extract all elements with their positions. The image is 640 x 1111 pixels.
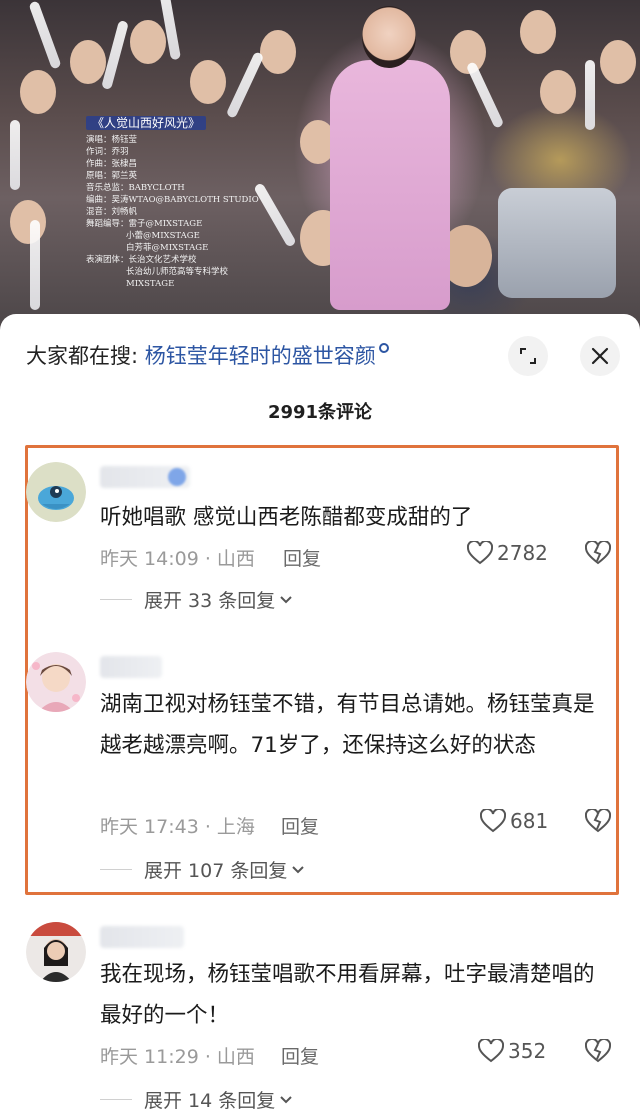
expand-replies-label: 展开 107 条回复	[144, 860, 288, 882]
credit-line: 舞蹈编导：雷子@MIXSTAGE	[86, 219, 203, 229]
video-credits: 《人觉山西好风光》 演唱：杨钰莹 作词：乔羽 作曲：张棣昌 原唱：郭兰英 音乐总…	[86, 116, 259, 289]
like-count: 2782	[497, 541, 548, 565]
broken-heart-icon	[584, 539, 612, 565]
username-blurred[interactable]	[100, 926, 184, 948]
expand-replies[interactable]: 展开 107 条回复	[100, 856, 305, 883]
avatar[interactable]	[26, 922, 86, 982]
search-prefix: 大家都在搜:	[26, 344, 145, 368]
expand-replies[interactable]: 展开 14 条回复	[100, 1086, 293, 1111]
avatar[interactable]	[26, 462, 86, 522]
avatar[interactable]	[26, 652, 86, 712]
heart-icon	[480, 809, 506, 833]
heart-icon	[478, 1039, 504, 1063]
chevron-down-icon	[280, 595, 292, 603]
divider	[100, 599, 132, 600]
credit-line: 表演团体：长治文化艺术学校	[86, 255, 197, 265]
close-button[interactable]	[580, 336, 620, 376]
reply-button[interactable]: 回复	[281, 1042, 319, 1069]
reply-button[interactable]: 回复	[281, 812, 319, 839]
comment-text: 我在现场，杨钰莹唱歌不用看屏幕，吐字最清楚唱的最好的一个！	[100, 962, 595, 1028]
comment-time-location: 昨天 11:29 · 山西	[100, 1046, 255, 1068]
credit-line: 原唱：郭兰英	[86, 171, 138, 181]
like-button[interactable]: 681	[480, 809, 548, 833]
comment-sheet: 大家都在搜: 杨钰莹年轻时的盛世容颜 2991条评论 听她唱歌 感觉山西老陈醋都…	[0, 314, 640, 1111]
fullscreen-button[interactable]	[508, 336, 548, 376]
credit-line: 作曲：张棣昌	[86, 159, 138, 169]
fullscreen-icon	[520, 348, 536, 364]
username-blurred[interactable]	[100, 656, 162, 678]
credit-line: 音乐总监：BABYCLOTH	[86, 183, 185, 193]
comment-text: 听她唱歌 感觉山西老陈醋都变成甜的了	[100, 505, 473, 530]
dislike-button[interactable]	[584, 1037, 612, 1067]
comment-text: 湖南卫视对杨钰莹不错，有节目总请她。杨钰莹真是越老越漂亮啊。71岁了，还保持这么…	[100, 692, 595, 758]
credit-line: 混音：刘畅帆	[86, 207, 138, 217]
like-count: 352	[508, 1039, 547, 1063]
expand-replies-label: 展开 33 条回复	[144, 590, 276, 612]
credit-line: 演唱：杨钰莹	[86, 135, 138, 145]
dislike-button[interactable]	[584, 539, 612, 569]
search-term[interactable]: 杨钰莹年轻时的盛世容颜	[145, 344, 376, 368]
singer-figure	[330, 60, 450, 310]
search-icon	[378, 343, 389, 353]
video-player[interactable]: 《人觉山西好风光》 演唱：杨钰莹 作词：乔羽 作曲：张棣昌 原唱：郭兰英 音乐总…	[0, 0, 640, 330]
chevron-down-icon	[280, 1095, 292, 1103]
credit-line: 编曲：吴涛WTAO@BABYCLOTH STUDIO	[86, 195, 259, 205]
verified-badge-icon	[168, 468, 186, 486]
broken-heart-icon	[584, 1037, 612, 1063]
reply-button[interactable]: 回复	[283, 544, 321, 571]
stadium-seat	[498, 188, 616, 298]
divider	[100, 869, 132, 870]
like-button[interactable]: 352	[478, 1039, 546, 1063]
expand-replies[interactable]: 展开 33 条回复	[100, 586, 293, 613]
credit-line: 白芳菲@MIXSTAGE	[126, 243, 209, 253]
credit-line: MIXSTAGE	[126, 279, 175, 289]
singer-head	[362, 6, 416, 68]
comment-count: 2991条评论	[267, 402, 373, 423]
expand-replies-label: 展开 14 条回复	[144, 1090, 276, 1111]
credit-line: 小蕾@MIXSTAGE	[126, 231, 200, 241]
chevron-down-icon	[292, 865, 305, 873]
like-count: 681	[510, 809, 549, 833]
search-suggestion[interactable]: 大家都在搜: 杨钰莹年轻时的盛世容颜	[26, 340, 389, 370]
song-title: 《人觉山西好风光》	[86, 116, 207, 130]
heart-icon	[467, 541, 493, 565]
close-icon	[591, 347, 609, 365]
credit-line: 长治幼儿师范高等专科学校	[126, 267, 229, 277]
comment-time-location: 昨天 14:09 · 山西	[100, 548, 255, 570]
credit-line: 作词：乔羽	[86, 147, 129, 157]
dislike-button[interactable]	[584, 807, 612, 837]
broken-heart-icon	[584, 807, 612, 833]
divider	[100, 1099, 132, 1100]
comment-time-location: 昨天 17:43 · 上海	[100, 816, 255, 838]
like-button[interactable]: 2782	[467, 541, 548, 565]
